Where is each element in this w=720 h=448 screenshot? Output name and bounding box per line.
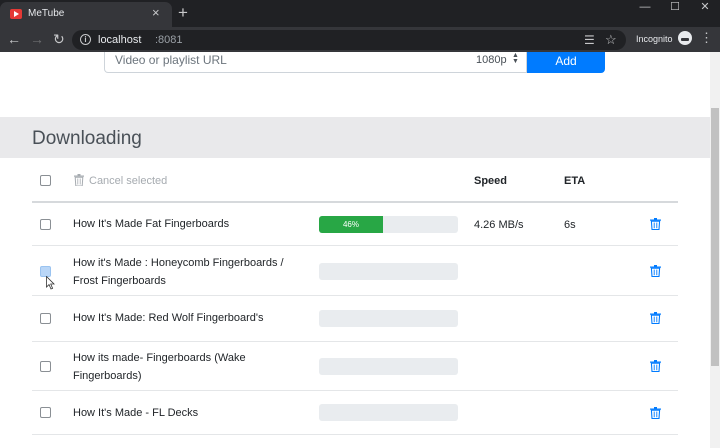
- incognito-label: Incognito: [636, 34, 673, 44]
- add-button[interactable]: Add: [527, 52, 605, 73]
- trash-icon[interactable]: [650, 407, 661, 419]
- bookmark-star-icon[interactable]: ☆: [605, 32, 617, 48]
- progress-bar: 46%: [319, 216, 458, 233]
- row-title: How It's Made: Red Wolf Fingerboard's: [73, 312, 264, 324]
- row-title: How It's Made Fat Fingerboards: [73, 218, 230, 230]
- select-arrows-icon: ▲ ▼: [512, 52, 519, 65]
- tab-title: MeTube: [28, 8, 65, 19]
- trash-icon[interactable]: [650, 218, 661, 230]
- row-title: How It's Made - FL Decks: [73, 407, 199, 419]
- trash-icon[interactable]: [650, 312, 661, 324]
- url-port: :8081: [155, 34, 183, 46]
- progress-bar: [319, 404, 458, 421]
- table-row: How It's Made - FL Decks: [32, 392, 678, 435]
- address-bar[interactable]: i localhost :8081 ☰ ☆: [72, 30, 626, 50]
- window-maximize-button[interactable]: ☐: [660, 0, 690, 14]
- table-row: How it's Made : Honeycomb Fingerboards /…: [32, 247, 678, 296]
- back-arrow-icon[interactable]: ←: [7, 31, 21, 47]
- downloading-section-header: Downloading: [0, 117, 710, 158]
- forward-arrow-icon[interactable]: →: [30, 31, 44, 47]
- row-title: How its made- Fingerboards (Wake Fingerb…: [73, 352, 246, 382]
- new-tab-button[interactable]: +: [178, 3, 188, 23]
- trash-icon: [74, 174, 84, 186]
- row-title: How it's Made : Honeycomb Fingerboards /…: [73, 257, 284, 287]
- table-row: How It's Made Fat Fingerboards 46% 4.26 …: [32, 203, 678, 246]
- progress-bar: [319, 310, 458, 327]
- speed-column-header: Speed: [474, 175, 508, 187]
- trash-icon[interactable]: [650, 360, 661, 372]
- tab-close-icon[interactable]: ×: [152, 6, 160, 20]
- page-scrollbar[interactable]: [710, 52, 720, 448]
- progress-fill: 46%: [319, 216, 383, 233]
- youtube-favicon-icon: [10, 9, 22, 19]
- row-checkbox[interactable]: [40, 219, 51, 230]
- progress-bar: [319, 358, 458, 375]
- progress-bar: [319, 263, 458, 280]
- window-close-button[interactable]: ✕: [690, 0, 720, 14]
- row-eta: 6s: [564, 219, 576, 231]
- quality-value: 1080p: [476, 54, 507, 66]
- mouse-cursor-icon: [46, 276, 55, 290]
- window-minimize-button[interactable]: —: [630, 0, 660, 14]
- url-input[interactable]: [104, 52, 468, 73]
- site-info-icon[interactable]: i: [80, 34, 91, 45]
- row-checkbox[interactable]: [40, 313, 51, 324]
- page-content: 1080p ▲▼ Add Downloading Cancel selected…: [0, 52, 710, 448]
- browser-menu-icon[interactable]: ⋮: [700, 30, 713, 46]
- cancel-selected-button[interactable]: Cancel selected: [89, 175, 167, 187]
- table-row: How its made- Fingerboards (Wake Fingerb…: [32, 343, 678, 391]
- url-host: localhost: [98, 34, 142, 46]
- eta-column-header: ETA: [564, 175, 586, 187]
- row-checkbox[interactable]: [40, 407, 51, 418]
- section-title: Downloading: [32, 128, 142, 149]
- trash-icon[interactable]: [650, 265, 661, 277]
- quality-select[interactable]: 1080p ▲ ▼: [467, 52, 527, 73]
- browser-tab-bar: MeTube × + — ☐ ✕: [0, 0, 720, 27]
- table-header: Cancel selected Speed ETA: [0, 158, 710, 202]
- row-checkbox[interactable]: [40, 361, 51, 372]
- reader-mode-icon[interactable]: ☰: [584, 33, 595, 47]
- select-all-checkbox[interactable]: [40, 175, 51, 186]
- reload-icon[interactable]: ↻: [53, 31, 65, 47]
- browser-toolbar: ← → ↻ i localhost :8081 ☰ ☆: [0, 27, 720, 52]
- row-speed: 4.26 MB/s: [474, 219, 524, 231]
- browser-tab-metube[interactable]: MeTube ×: [0, 2, 172, 27]
- incognito-icon[interactable]: [678, 31, 692, 45]
- scrollbar-thumb[interactable]: [711, 108, 719, 366]
- table-row: How It's Made: Red Wolf Fingerboard's: [32, 297, 678, 342]
